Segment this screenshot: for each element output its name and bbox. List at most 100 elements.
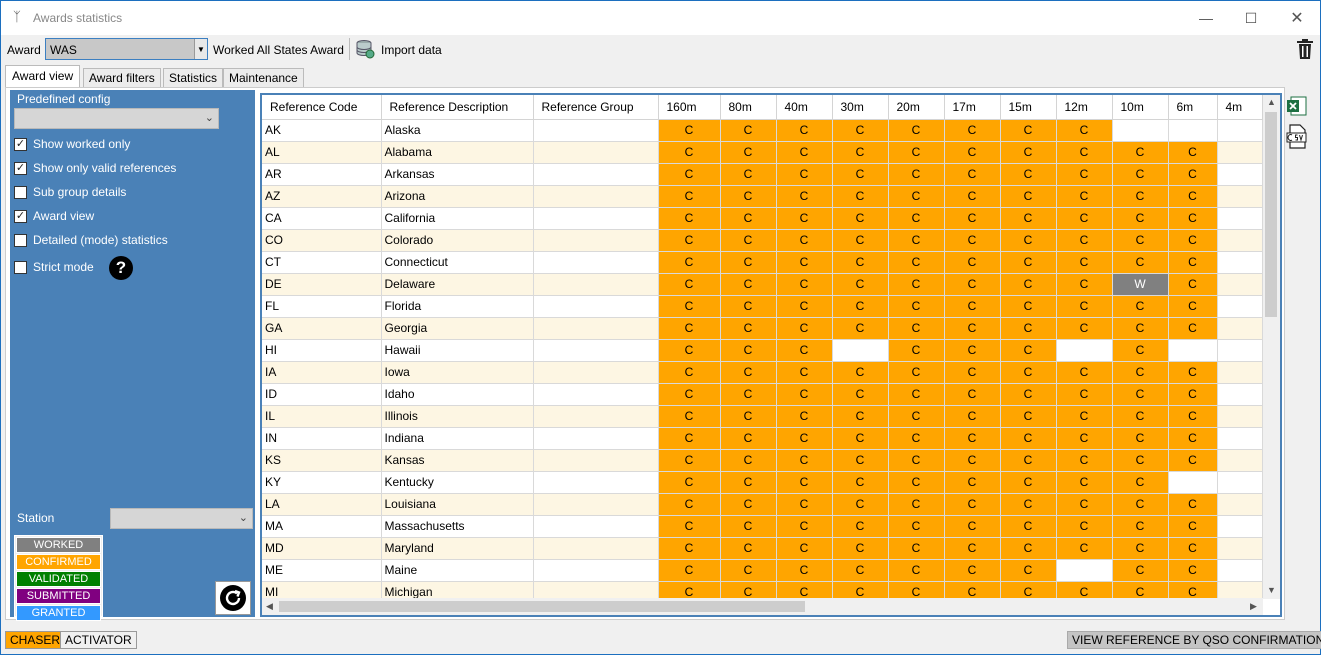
reference-code-cell[interactable]: AR	[262, 163, 382, 186]
table-row[interactable]: LA Louisiana C C C C C C C C C C	[262, 493, 1263, 516]
band-status-cell[interactable]: C	[720, 493, 777, 516]
table-row[interactable]: ID Idaho C C C C C C C C C C	[262, 383, 1263, 406]
band-status-cell[interactable]: C	[1112, 251, 1169, 274]
predefined-config-select[interactable]: ⌄	[14, 108, 219, 129]
vertical-scrollbar[interactable]: ▲ ▼	[1263, 95, 1280, 599]
band-status-cell[interactable]: C	[1168, 317, 1218, 340]
band-status-cell[interactable]: C	[944, 515, 1001, 538]
band-status-cell[interactable]: C	[1056, 405, 1113, 428]
column-header[interactable]: Reference Group	[533, 95, 659, 120]
band-status-cell[interactable]: C	[1000, 295, 1057, 318]
band-status-cell[interactable]: C	[720, 119, 777, 142]
band-status-cell[interactable]: C	[776, 295, 833, 318]
band-status-cell[interactable]: C	[1112, 141, 1169, 164]
band-status-cell[interactable]	[1217, 163, 1263, 186]
band-status-cell[interactable]: C	[776, 163, 833, 186]
band-status-cell[interactable]: C	[776, 515, 833, 538]
band-status-cell[interactable]: C	[776, 449, 833, 472]
band-status-cell[interactable]: C	[944, 229, 1001, 252]
table-row[interactable]: DE Delaware C C C C C C C C W C	[262, 273, 1263, 296]
band-status-cell[interactable]: C	[888, 251, 945, 274]
band-status-cell[interactable]: C	[720, 207, 777, 230]
band-status-cell[interactable]: C	[1000, 383, 1057, 406]
table-row[interactable]: AL Alabama C C C C C C C C C C	[262, 141, 1263, 164]
band-status-cell[interactable]: C	[888, 119, 945, 142]
band-status-cell[interactable]: C	[1056, 471, 1113, 494]
tab-maintenance[interactable]: Maintenance	[223, 68, 304, 87]
band-status-cell[interactable]: C	[658, 361, 721, 384]
band-status-cell[interactable]: C	[658, 427, 721, 450]
maximize-icon[interactable]: ☐	[1228, 5, 1274, 31]
table-row[interactable]: HI Hawaii C C C C C C C	[262, 339, 1263, 362]
band-status-cell[interactable]	[1217, 383, 1263, 406]
band-status-cell[interactable]: C	[1112, 163, 1169, 186]
band-status-cell[interactable]: C	[1000, 273, 1057, 296]
band-status-cell[interactable]: C	[776, 141, 833, 164]
band-status-cell[interactable]: C	[832, 141, 889, 164]
reference-description-cell[interactable]: Georgia	[381, 317, 534, 340]
band-status-cell[interactable]: C	[944, 493, 1001, 516]
reference-group-cell[interactable]	[533, 295, 659, 318]
band-status-cell[interactable]: C	[1168, 559, 1218, 582]
band-status-cell[interactable]: C	[658, 251, 721, 274]
band-status-cell[interactable]: C	[832, 383, 889, 406]
band-status-cell[interactable]: C	[720, 427, 777, 450]
reference-code-cell[interactable]: CA	[262, 207, 382, 230]
band-status-cell[interactable]: C	[1112, 471, 1169, 494]
reference-description-cell[interactable]: Massachusetts	[381, 515, 534, 538]
band-status-cell[interactable]: C	[658, 559, 721, 582]
reference-code-cell[interactable]: IL	[262, 405, 382, 428]
view-reference-mode-button[interactable]: VIEW REFERENCE BY QSO CONFIRMATION	[1067, 631, 1321, 649]
reference-group-cell[interactable]	[533, 537, 659, 560]
band-status-cell[interactable]: C	[1056, 273, 1113, 296]
band-status-cell[interactable]: C	[720, 141, 777, 164]
band-status-cell[interactable]: C	[944, 295, 1001, 318]
band-status-cell[interactable]	[1217, 295, 1263, 318]
reference-description-cell[interactable]: Iowa	[381, 361, 534, 384]
reference-code-cell[interactable]: AZ	[262, 185, 382, 208]
band-status-cell[interactable]: C	[1000, 361, 1057, 384]
band-status-cell[interactable]: C	[832, 559, 889, 582]
vertical-scroll-thumb[interactable]	[1265, 112, 1277, 317]
band-status-cell[interactable]: C	[832, 493, 889, 516]
reference-code-cell[interactable]: AK	[262, 119, 382, 142]
band-status-cell[interactable]: C	[720, 229, 777, 252]
reference-description-cell[interactable]: Arizona	[381, 185, 534, 208]
table-row[interactable]: AZ Arizona C C C C C C C C C C	[262, 185, 1263, 208]
band-status-cell[interactable]	[1217, 317, 1263, 340]
band-status-cell[interactable]	[1217, 449, 1263, 472]
band-status-cell[interactable]: C	[720, 559, 777, 582]
band-status-cell[interactable]	[1168, 339, 1218, 362]
band-status-cell[interactable]: C	[1000, 449, 1057, 472]
band-status-cell[interactable]: C	[832, 471, 889, 494]
band-status-cell[interactable]: W	[1112, 273, 1169, 296]
band-status-cell[interactable]	[1217, 515, 1263, 538]
band-status-cell[interactable]: C	[944, 185, 1001, 208]
band-status-cell[interactable]: C	[888, 163, 945, 186]
band-status-cell[interactable]: C	[1056, 229, 1113, 252]
table-row[interactable]: CO Colorado C C C C C C C C C C	[262, 229, 1263, 252]
reference-group-cell[interactable]	[533, 141, 659, 164]
band-status-cell[interactable]	[1217, 251, 1263, 274]
band-status-cell[interactable]: C	[1168, 273, 1218, 296]
band-status-cell[interactable]: C	[832, 185, 889, 208]
band-status-cell[interactable]: C	[1112, 361, 1169, 384]
reference-description-cell[interactable]: Maryland	[381, 537, 534, 560]
band-status-cell[interactable]: C	[1168, 207, 1218, 230]
band-status-cell[interactable]: C	[1112, 559, 1169, 582]
column-header[interactable]: 80m	[720, 95, 777, 120]
band-status-cell[interactable]: C	[944, 317, 1001, 340]
band-status-cell[interactable]: C	[776, 559, 833, 582]
band-status-cell[interactable]: C	[658, 317, 721, 340]
band-status-cell[interactable]: C	[1000, 493, 1057, 516]
band-status-cell[interactable]: C	[944, 427, 1001, 450]
band-status-cell[interactable]: C	[776, 229, 833, 252]
show-worked-only-checkbox[interactable]: ✓ Show worked only	[14, 137, 130, 151]
band-status-cell[interactable]: C	[1000, 207, 1057, 230]
band-status-cell[interactable]: C	[944, 449, 1001, 472]
reference-code-cell[interactable]: LA	[262, 493, 382, 516]
band-status-cell[interactable]: C	[1112, 427, 1169, 450]
band-status-cell[interactable]: C	[1168, 537, 1218, 560]
band-status-cell[interactable]: C	[1000, 163, 1057, 186]
band-status-cell[interactable]: C	[832, 229, 889, 252]
